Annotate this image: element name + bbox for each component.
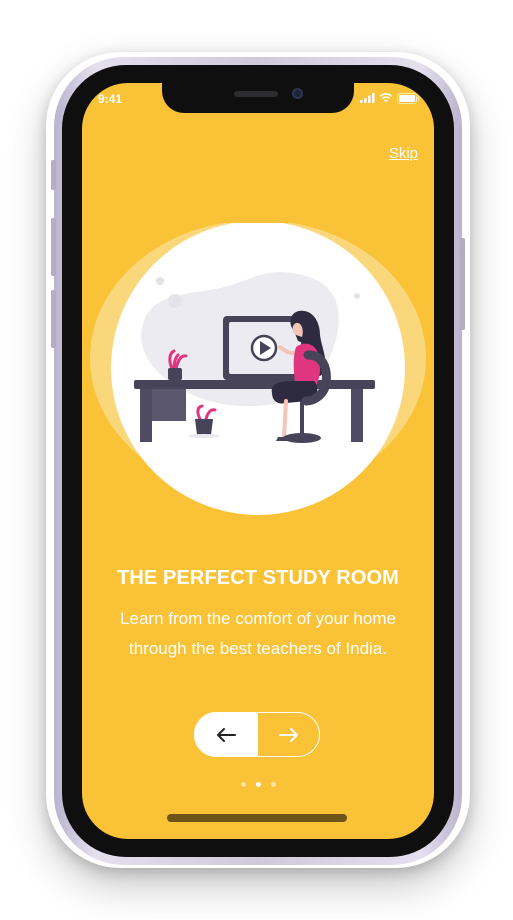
- volume-up-button: [51, 218, 56, 276]
- decor-bubble: [156, 277, 164, 285]
- onboarding-description: Learn from the comfort of your home thro…: [120, 609, 396, 658]
- pagination-dot[interactable]: [240, 782, 246, 787]
- pagination-dot[interactable]: [270, 782, 276, 787]
- wifi-icon: [379, 93, 393, 103]
- decor-bubble: [354, 293, 360, 299]
- front-camera: [292, 88, 303, 99]
- pagination-dots: [82, 782, 434, 787]
- speaker-grille: [234, 91, 278, 97]
- onboarding-nav: [194, 712, 320, 757]
- device-mockup: 9:41 Skip THE PERFECT STUDY ROOM Learn f…: [0, 0, 513, 920]
- battery-icon: [397, 92, 420, 104]
- mute-switch: [51, 160, 56, 190]
- power-button: [460, 238, 465, 330]
- status-time: 9:41: [98, 92, 123, 106]
- next-button[interactable]: [257, 712, 320, 757]
- status-icons: [360, 92, 420, 104]
- previous-button[interactable]: [194, 712, 257, 757]
- arrow-right-icon: [279, 727, 298, 742]
- notch: [162, 83, 354, 113]
- decor-bubble: [168, 294, 182, 308]
- cellular-signal-icon: [360, 93, 375, 103]
- volume-down-button: [51, 290, 56, 348]
- arrow-left-icon: [216, 727, 236, 742]
- onboarding-title: THE PERFECT STUDY ROOM: [117, 567, 399, 589]
- pagination-dot-active[interactable]: [255, 782, 261, 787]
- study-room-illustration: [90, 223, 426, 515]
- app-screen: 9:41 Skip THE PERFECT STUDY ROOM Learn f…: [82, 83, 434, 839]
- skip-link[interactable]: Skip: [389, 145, 418, 162]
- home-indicator[interactable]: [167, 814, 347, 822]
